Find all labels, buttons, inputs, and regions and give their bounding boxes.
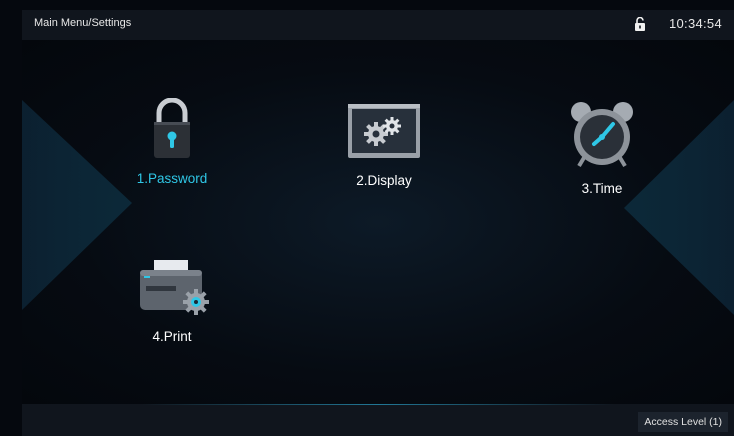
title-bar: Main Menu/Settings 10:34:54 [22, 10, 734, 40]
status-bar: Access Level (1) [22, 404, 734, 436]
menu-item-password[interactable]: 1.Password [102, 97, 242, 186]
status-bar-divider [142, 404, 614, 405]
settings-menu-panel: 1.Password 2.Display 3.Time 4.Print [22, 40, 734, 404]
menu-item-display[interactable]: 2.Display [314, 102, 454, 188]
access-level-indicator[interactable]: Access Level (1) [638, 412, 728, 432]
decorative-right-chevron [624, 100, 734, 315]
breadcrumb-title: Main Menu/Settings [34, 17, 132, 29]
padlock-icon [102, 97, 242, 165]
menu-item-password-label: 1.Password [136, 171, 208, 186]
menu-item-print-label: 4.Print [152, 329, 192, 344]
printer-gear-icon [102, 258, 242, 323]
alarm-clock-icon [532, 100, 672, 175]
menu-item-print[interactable]: 4.Print [102, 258, 242, 344]
unlocked-padlock-icon[interactable] [634, 16, 646, 31]
menu-item-display-label: 2.Display [356, 173, 412, 188]
menu-item-time[interactable]: 3.Time [532, 100, 672, 196]
display-gears-icon [314, 102, 454, 167]
decorative-left-chevron [22, 100, 132, 310]
menu-item-time-label: 3.Time [581, 181, 623, 196]
clock-time: 10:34:54 [668, 16, 722, 31]
